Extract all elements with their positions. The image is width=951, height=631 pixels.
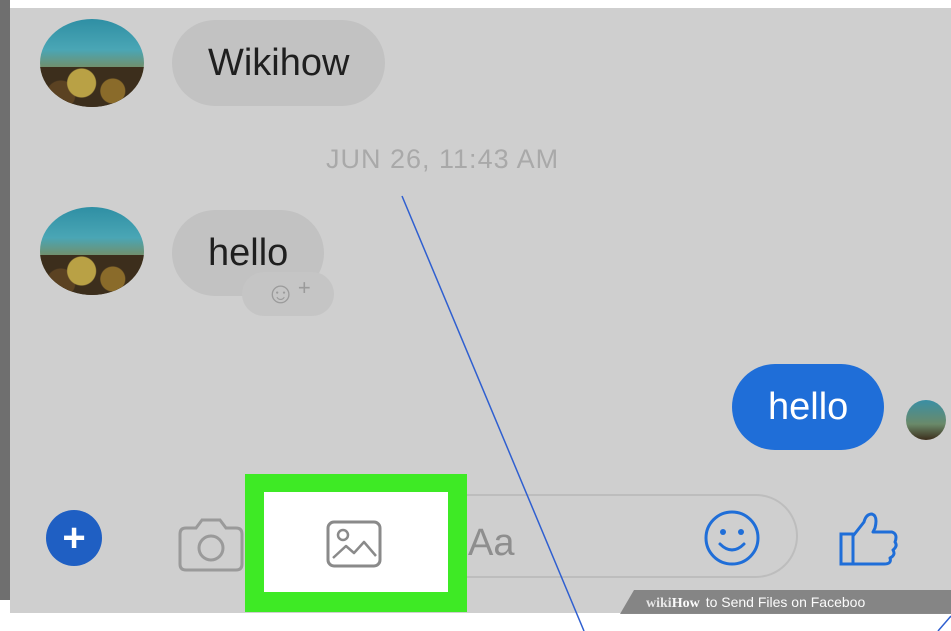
pointer-line (937, 615, 951, 631)
pointer-line (401, 195, 585, 631)
annotation-lines (401, 195, 951, 631)
